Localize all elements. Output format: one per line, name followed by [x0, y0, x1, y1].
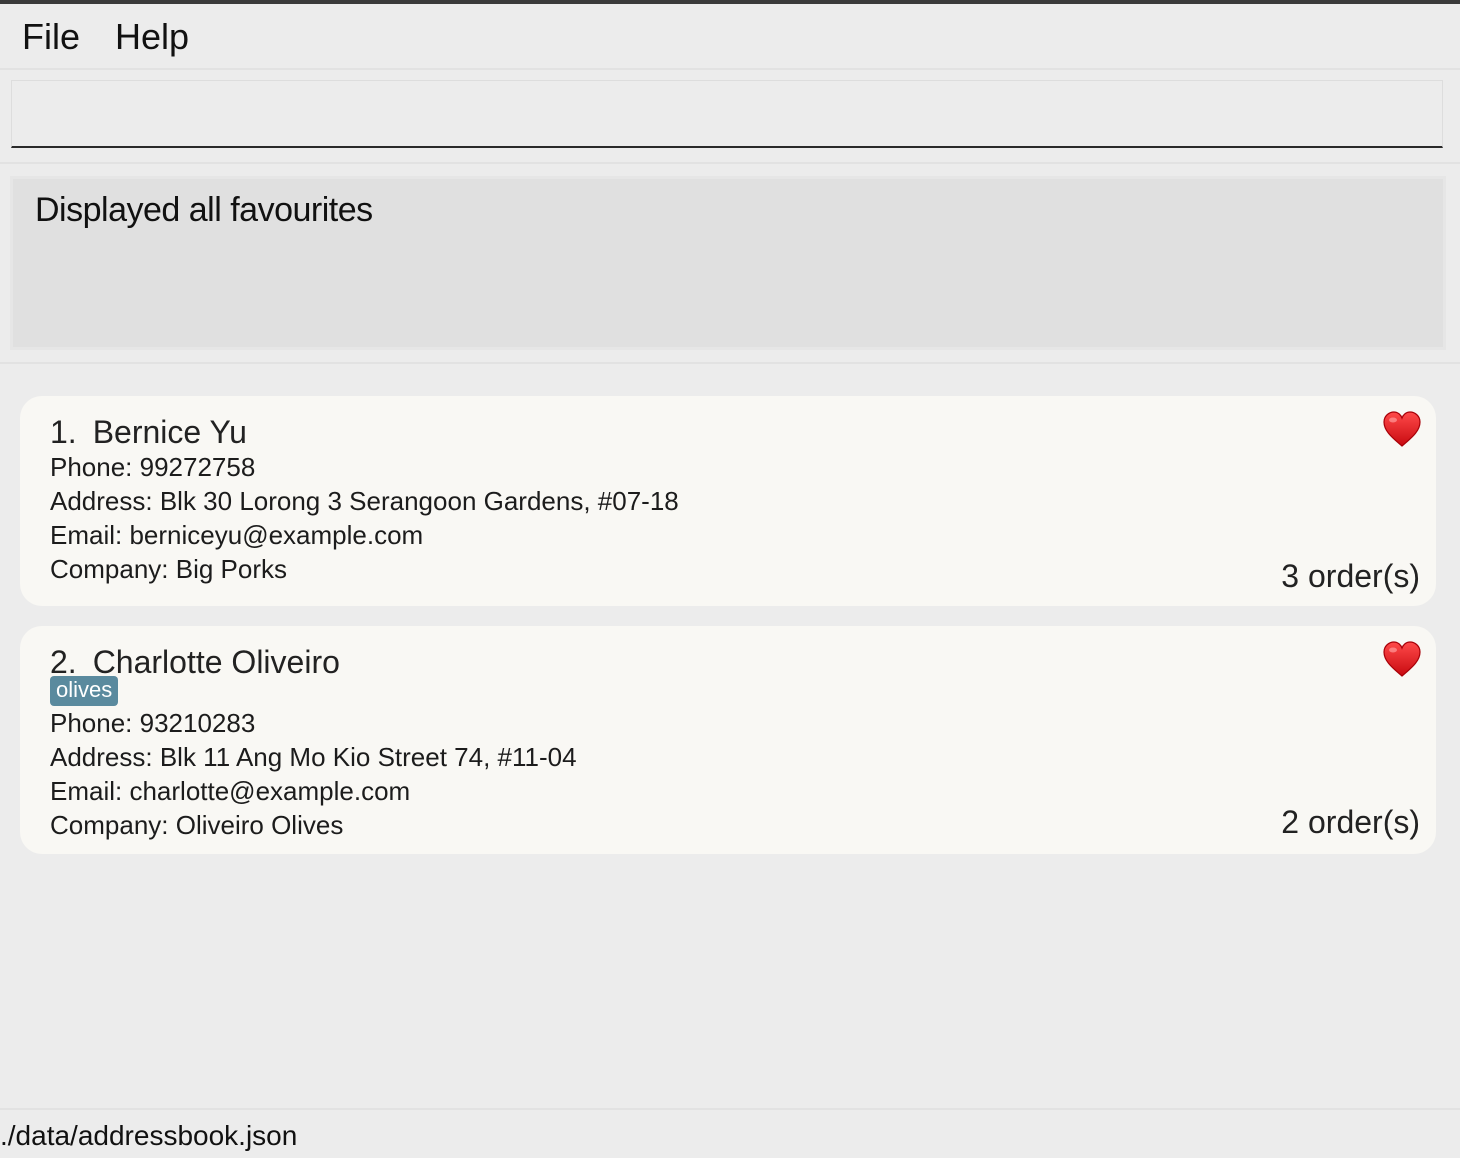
- person-card[interactable]: 1. Bernice Yu Phone: 99272758 Address: Bl…: [20, 396, 1436, 606]
- person-company: Company: Big Porks: [50, 554, 287, 584]
- save-location: ./data/addressbook.json: [0, 1120, 298, 1151]
- result-message: Displayed all favourites: [35, 191, 373, 229]
- person-name: Charlotte Oliveiro: [92, 644, 340, 680]
- heart-icon: [1383, 411, 1421, 447]
- person-company: Company: Oliveiro Olives: [50, 810, 344, 840]
- person-card[interactable]: 2. Charlotte Oliveiro olives Phone: 93210…: [20, 626, 1436, 854]
- person-address: Address: Blk 30 Lorong 3 Serangoon Garde…: [50, 486, 679, 516]
- heart-icon: [1383, 641, 1421, 677]
- person-list[interactable]: 1. Bernice Yu Phone: 99272758 Address: Bl…: [0, 364, 1460, 1108]
- person-title: 1. Bernice Yu: [50, 414, 247, 451]
- person-index: 2.: [50, 644, 77, 680]
- person-email: Email: berniceyu@example.com: [50, 520, 424, 550]
- person-address: Address: Blk 11 Ang Mo Kio Street 74, #1…: [50, 742, 577, 772]
- person-phone: Phone: 93210283: [50, 708, 256, 738]
- menu-file[interactable]: File: [22, 16, 80, 58]
- person-index: 1.: [50, 414, 77, 450]
- result-display: Displayed all favourites: [10, 176, 1446, 350]
- tag-label: olives: [50, 676, 119, 706]
- status-bar: ./data/addressbook.json: [0, 1108, 1460, 1158]
- person-email: Email: charlotte@example.com: [50, 776, 411, 806]
- order-count: 3 order(s): [1281, 558, 1420, 594]
- person-phone: Phone: 99272758: [50, 452, 256, 482]
- menu-bar: File Help: [0, 4, 1460, 70]
- command-box-panel: [0, 70, 1460, 164]
- command-input[interactable]: [11, 80, 1443, 148]
- menu-help[interactable]: Help: [115, 16, 189, 58]
- result-display-panel: Displayed all favourites: [0, 164, 1460, 364]
- person-name: Bernice Yu: [92, 414, 247, 450]
- order-count: 2 order(s): [1281, 804, 1420, 840]
